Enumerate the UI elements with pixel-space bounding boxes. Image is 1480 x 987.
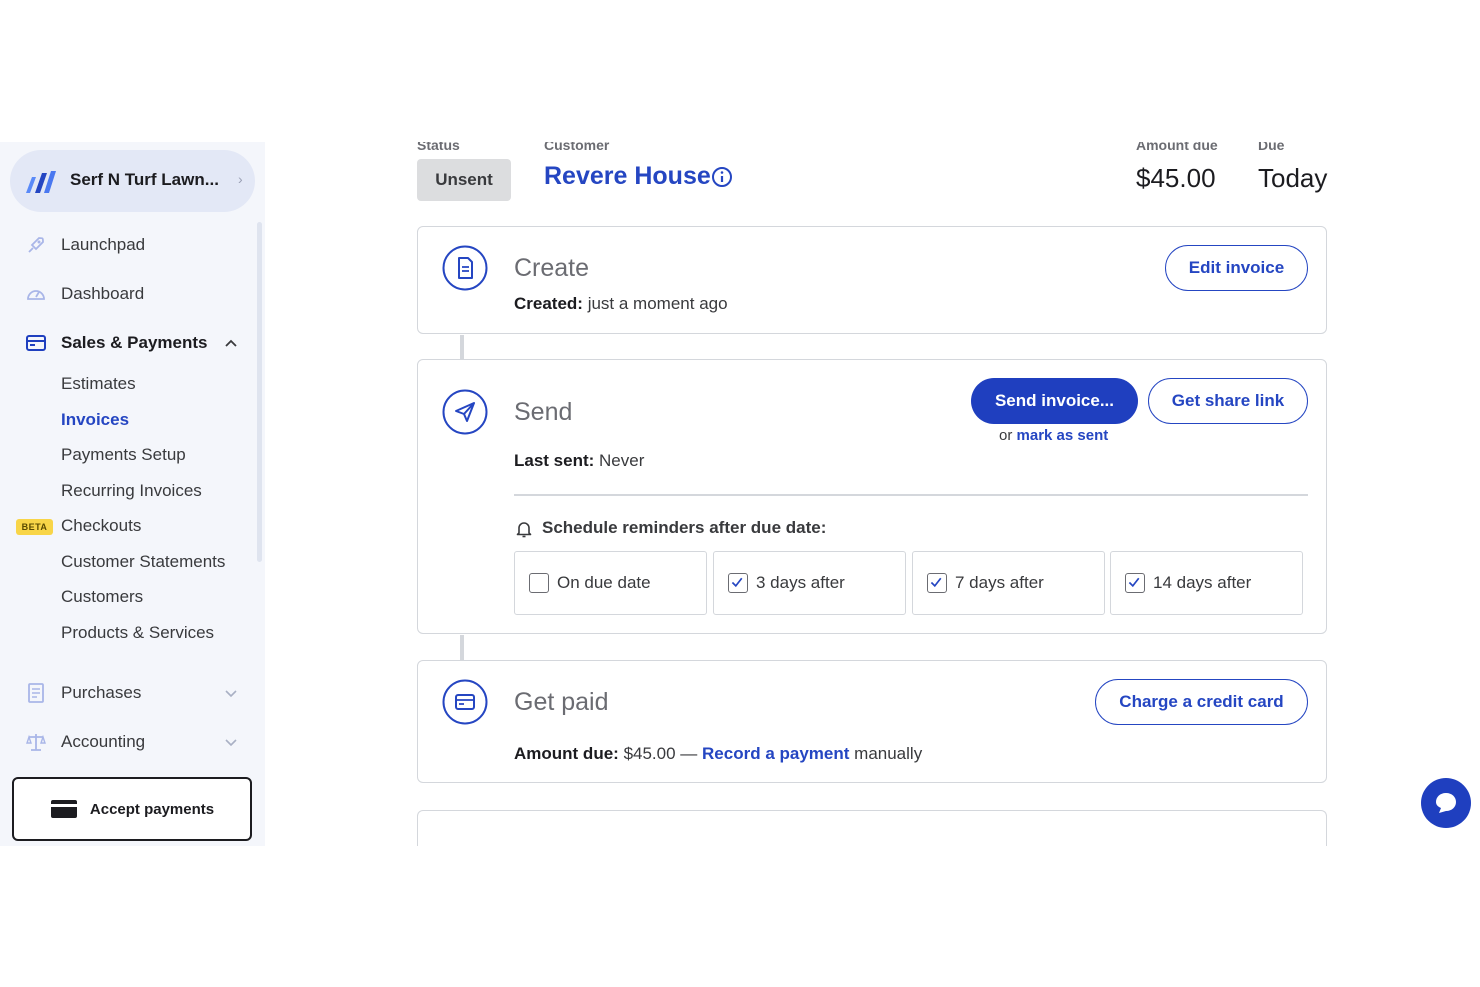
- amount-due-label: Amount due: [1136, 142, 1218, 153]
- reminders-heading: Schedule reminders after due date:: [542, 518, 827, 537]
- scales-icon: [26, 734, 46, 751]
- checkmark-icon: [1128, 577, 1140, 588]
- reminder-label: 3 days after: [756, 573, 845, 592]
- info-icon[interactable]: [711, 166, 733, 188]
- accept-payments-button[interactable]: Accept payments: [12, 777, 252, 841]
- nav-launchpad[interactable]: Launchpad: [0, 227, 255, 263]
- charge-credit-card-button[interactable]: Charge a credit card: [1095, 679, 1308, 725]
- edit-invoice-button[interactable]: Edit invoice: [1165, 245, 1308, 291]
- amount-due-line: Amount due: $45.00 — Record a payment ma…: [514, 744, 922, 764]
- chevron-down-icon: [225, 739, 237, 747]
- or-text: or: [999, 427, 1013, 444]
- mark-sent-line: or mark as sent: [999, 427, 1108, 444]
- send-step-title: Send: [514, 398, 573, 426]
- reminder-label: 7 days after: [955, 573, 1044, 592]
- nav-invoices[interactable]: Invoices: [61, 410, 129, 430]
- business-switcher[interactable]: Serf N Turf Lawn... ›: [10, 150, 255, 212]
- reminder-3-days[interactable]: 3 days after: [713, 551, 906, 615]
- chat-bubble-icon: [1436, 793, 1456, 813]
- last-sent-value: Never: [599, 451, 645, 470]
- reminder-label: On due date: [557, 573, 651, 592]
- next-step-card: [417, 810, 1327, 846]
- divider: [514, 494, 1308, 496]
- nav-launchpad-label: Launchpad: [61, 235, 146, 254]
- sidebar-scrollbar[interactable]: [257, 222, 262, 562]
- created-line: Created: just a moment ago: [514, 294, 728, 314]
- gauge-icon: [27, 290, 45, 300]
- reminder-on-due-date[interactable]: On due date: [514, 551, 707, 615]
- credit-card-icon: [26, 335, 46, 351]
- due-label: Due: [1258, 142, 1285, 153]
- business-name: Serf N Turf Lawn...: [70, 170, 219, 189]
- manually-text: manually: [854, 744, 923, 763]
- nav-payments-setup[interactable]: Payments Setup: [61, 445, 186, 465]
- get-paid-step-card: Get paid Charge a credit card Amount due…: [417, 660, 1327, 783]
- rocket-icon: [28, 237, 44, 253]
- checkmark-icon: [930, 577, 942, 588]
- nav-dashboard-label: Dashboard: [61, 284, 145, 303]
- chevron-down-icon: [225, 690, 237, 698]
- document-icon: [442, 245, 488, 291]
- nav-dashboard[interactable]: Dashboard: [0, 276, 255, 312]
- nav-customer-statements[interactable]: Customer Statements: [61, 552, 225, 572]
- created-value: just a moment ago: [587, 294, 728, 313]
- create-step-title: Create: [514, 254, 590, 282]
- reminder-label: 14 days after: [1153, 573, 1252, 592]
- record-payment-link[interactable]: Record a payment: [702, 744, 849, 763]
- nav-accounting[interactable]: Accounting: [0, 724, 255, 760]
- customer-label: Customer: [544, 142, 610, 153]
- receipt-icon: [28, 683, 44, 703]
- reminder-7-days[interactable]: 7 days after: [912, 551, 1105, 615]
- last-sent-line: Last sent: Never: [514, 451, 644, 471]
- mark-as-sent-link[interactable]: mark as sent: [1017, 427, 1109, 444]
- bell-icon: [516, 522, 532, 538]
- step-connector: [460, 335, 464, 359]
- nav-purchases[interactable]: Purchases: [0, 675, 255, 711]
- checkmark-icon: [731, 577, 743, 588]
- nav-sales-payments[interactable]: Sales & Payments: [0, 325, 255, 361]
- reminder-checkbox-checked[interactable]: [927, 573, 947, 593]
- created-label: Created:: [514, 294, 583, 313]
- reminder-checkbox-unchecked[interactable]: [529, 573, 549, 593]
- chat-support-button[interactable]: [1421, 778, 1471, 828]
- credit-card-icon: [50, 800, 77, 818]
- app-viewport: Serf N Turf Lawn... › Launchpad Dashboar…: [0, 142, 1480, 846]
- last-sent-label: Last sent:: [514, 451, 595, 470]
- sidebar: Serf N Turf Lawn... › Launchpad Dashboar…: [0, 142, 265, 846]
- step-connector: [460, 635, 464, 660]
- nav-estimates[interactable]: Estimates: [61, 374, 136, 394]
- nav-products-services[interactable]: Products & Services: [61, 623, 214, 643]
- card-icon: [442, 679, 488, 725]
- nav-accounting-label: Accounting: [61, 732, 146, 751]
- wave-logo-icon: [26, 171, 56, 193]
- reminder-14-days[interactable]: 14 days after: [1110, 551, 1303, 615]
- status-label: Status: [417, 142, 460, 153]
- chevron-up-icon: [225, 339, 237, 347]
- create-step-card: Create Created: just a moment ago Edit i…: [417, 226, 1327, 334]
- amount-due-value: $45.00: [1136, 163, 1216, 193]
- nav-customers[interactable]: Customers: [61, 587, 143, 607]
- get-share-link-button[interactable]: Get share link: [1148, 378, 1308, 424]
- get-paid-step-title: Get paid: [514, 688, 609, 716]
- beta-badge: BETA: [16, 519, 53, 535]
- chevron-right-icon: ›: [238, 171, 243, 187]
- nav-checkouts[interactable]: Checkouts: [61, 516, 141, 536]
- send-step-card: Send Send invoice... Get share link or m…: [417, 359, 1327, 634]
- status-badge: Unsent: [417, 159, 511, 201]
- due-date-value: Today: [1258, 163, 1328, 193]
- customer-name-link[interactable]: Revere House: [544, 162, 711, 191]
- nav-recurring-invoices[interactable]: Recurring Invoices: [61, 481, 202, 501]
- nav-sales-payments-label: Sales & Payments: [61, 333, 208, 352]
- nav-purchases-label: Purchases: [61, 683, 142, 702]
- amount-due-line-value: $45.00 —: [623, 744, 698, 763]
- amount-due-line-label: Amount due:: [514, 744, 619, 763]
- accept-payments-label: Accept payments: [89, 800, 215, 818]
- send-invoice-button[interactable]: Send invoice...: [971, 378, 1138, 424]
- send-arrow-icon: [442, 389, 488, 435]
- reminder-checkbox-checked[interactable]: [728, 573, 748, 593]
- reminder-checkbox-checked[interactable]: [1125, 573, 1145, 593]
